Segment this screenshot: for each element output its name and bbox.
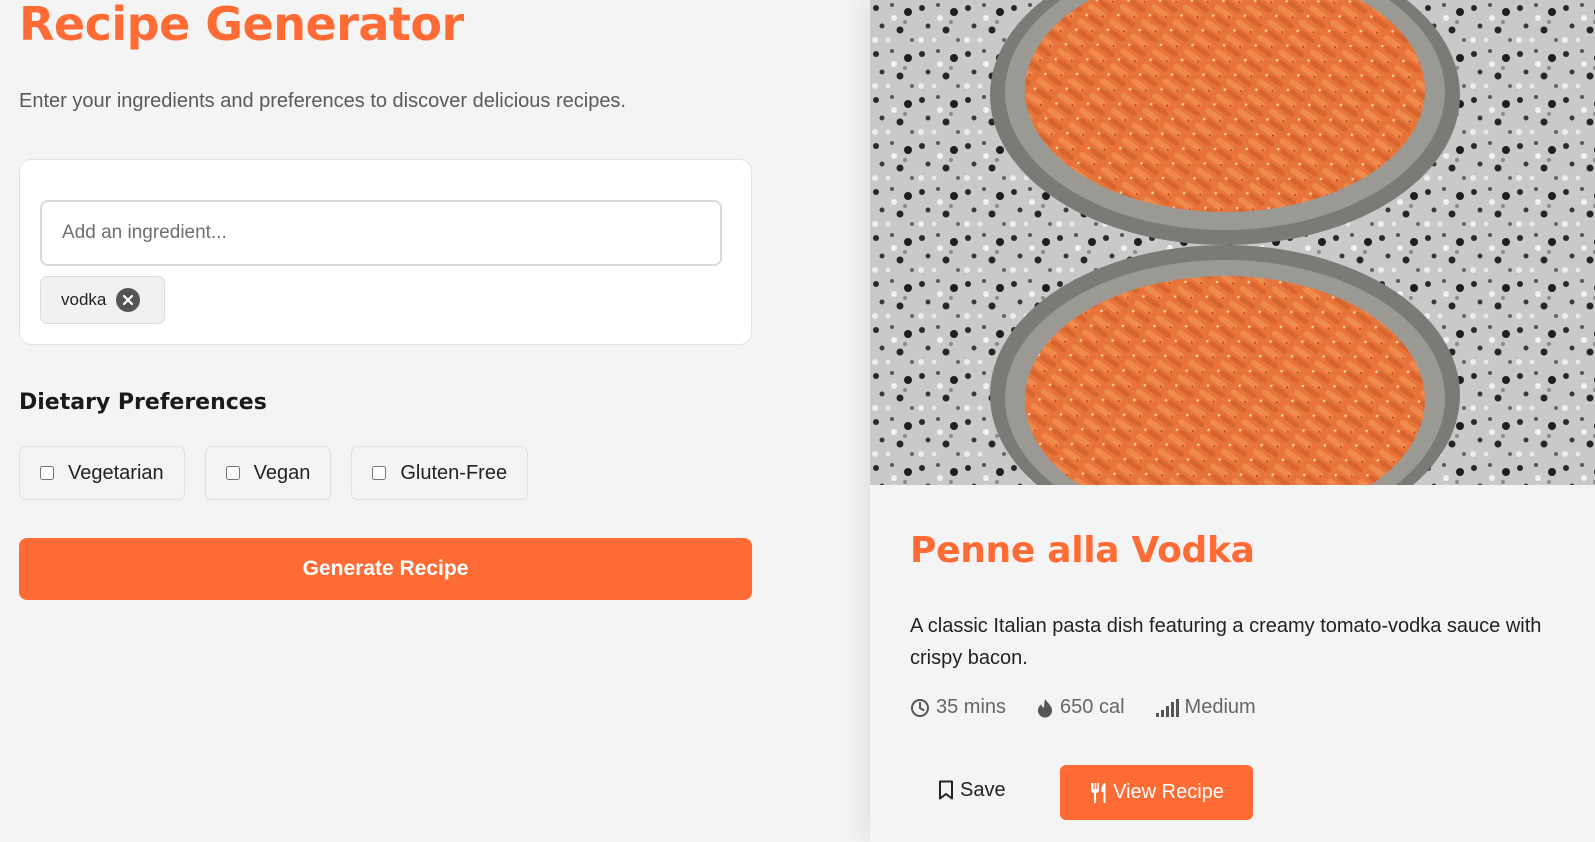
bookmark-icon xyxy=(939,780,953,800)
recipe-time: 35 mins xyxy=(910,696,1006,719)
dietary-preferences-title: Dietary Preferences xyxy=(19,390,267,415)
signal-bars-icon xyxy=(1155,698,1179,717)
gluten-free-label: Gluten-Free xyxy=(400,461,508,484)
recipe-calories: 650 cal xyxy=(1036,696,1125,719)
recipe-difficulty: Medium xyxy=(1155,696,1256,719)
ingredient-card: vodka xyxy=(19,159,752,345)
save-button[interactable]: Save xyxy=(928,765,1016,815)
recipe-title: Penne alla Vodka xyxy=(910,530,1255,571)
recipe-description: A classic Italian pasta dish featuring a… xyxy=(910,615,1542,669)
generate-recipe-button[interactable]: Generate Recipe xyxy=(19,538,752,600)
recipe-meta: 35 mins 650 cal Medium xyxy=(910,696,1256,719)
flame-icon xyxy=(1038,698,1053,717)
recipe-generator-page: Recipe Generator Enter your ingredients … xyxy=(0,0,1595,842)
vegan-label: Vegan xyxy=(253,461,311,484)
app-title: Recipe Generator xyxy=(19,0,464,51)
recipe-time-value: 35 mins xyxy=(936,696,1007,718)
ingredient-chip-label: vodka xyxy=(61,290,107,309)
vegan-checkbox[interactable] xyxy=(225,466,240,480)
pref-vegan[interactable]: Vegan xyxy=(204,446,332,500)
save-button-label: Save xyxy=(960,778,1006,801)
dietary-options: Vegetarian Vegan Gluten-Free xyxy=(19,446,529,500)
app-subtitle: Enter your ingredients and preferences t… xyxy=(19,90,626,112)
close-circle-icon[interactable] xyxy=(116,288,141,312)
utensils-icon xyxy=(1091,782,1106,803)
ingredient-chip: vodka xyxy=(40,276,165,324)
recipe-card: Penne alla Vodka A classic Italian pasta… xyxy=(870,0,1595,842)
generator-panel: Recipe Generator Enter your ingredients … xyxy=(0,0,860,842)
recipe-photo xyxy=(870,0,1595,485)
vegetarian-checkbox[interactable] xyxy=(40,466,54,480)
view-recipe-label: View Recipe xyxy=(1113,781,1224,803)
ingredient-input[interactable] xyxy=(40,200,722,266)
clock-icon xyxy=(911,698,929,717)
vegetarian-label: Vegetarian xyxy=(68,461,164,484)
gluten-free-checkbox[interactable] xyxy=(372,466,387,480)
recipe-calories-value: 650 cal xyxy=(1060,696,1125,718)
pref-vegetarian[interactable]: Vegetarian xyxy=(19,446,185,500)
pref-gluten-free[interactable]: Gluten-Free xyxy=(351,446,529,500)
view-recipe-button[interactable]: View Recipe xyxy=(1060,765,1253,820)
recipe-difficulty-value: Medium xyxy=(1184,696,1256,718)
